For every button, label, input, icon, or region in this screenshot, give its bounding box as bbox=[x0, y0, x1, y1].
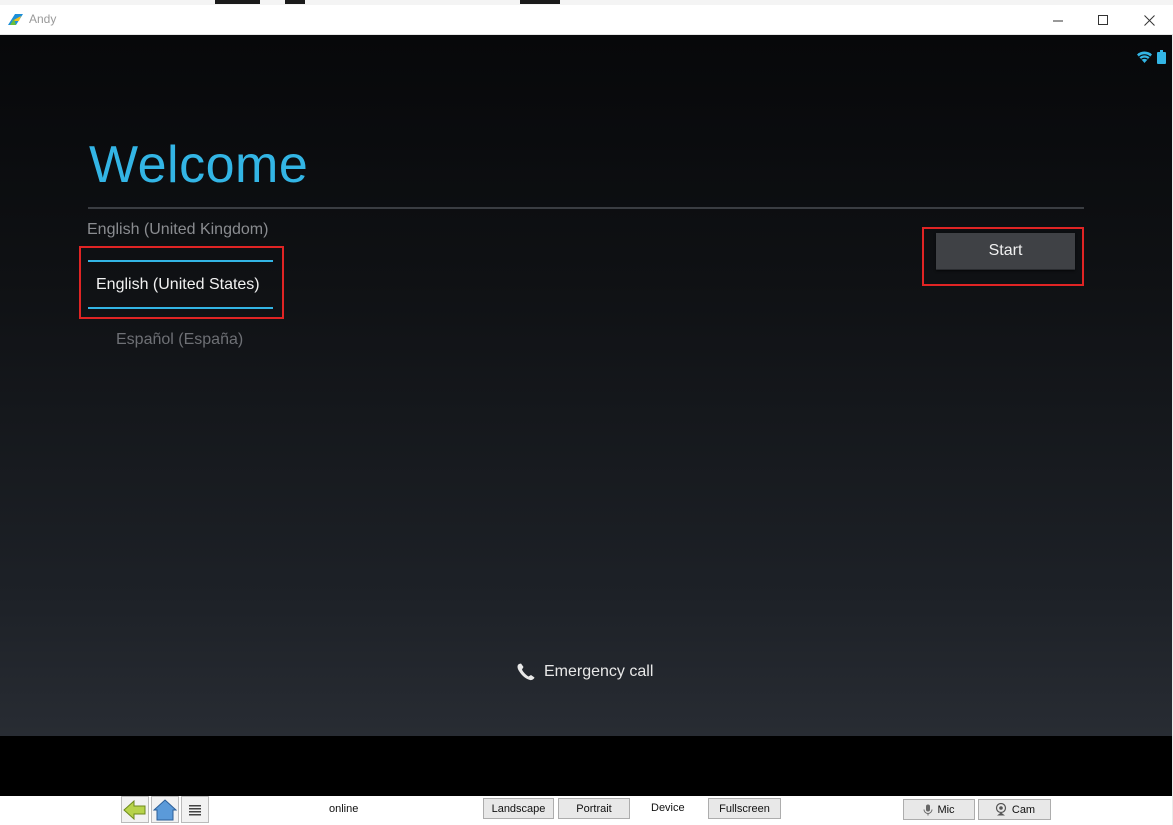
emergency-call-label: Emergency call bbox=[544, 663, 654, 680]
android-screen[interactable]: Welcome English (United Kingdom) English… bbox=[0, 35, 1172, 736]
minimize-button[interactable] bbox=[1035, 5, 1081, 35]
home-button[interactable] bbox=[151, 796, 179, 823]
maximize-button[interactable] bbox=[1080, 5, 1126, 35]
mic-label: Mic bbox=[937, 803, 955, 816]
screen-bottom-padding bbox=[0, 736, 1172, 796]
device-label: Device bbox=[651, 802, 685, 814]
close-button[interactable] bbox=[1126, 5, 1172, 35]
status-bar-icons bbox=[1136, 50, 1166, 64]
cam-button[interactable]: Cam bbox=[978, 799, 1051, 820]
language-option-spanish[interactable]: Español (España) bbox=[116, 331, 243, 349]
minimize-icon bbox=[1052, 20, 1063, 21]
portrait-button[interactable]: Portrait bbox=[558, 798, 630, 819]
maximize-icon bbox=[1097, 14, 1108, 25]
desktop-fragment bbox=[285, 0, 305, 4]
phone-icon bbox=[517, 663, 535, 681]
mic-button[interactable]: Mic bbox=[903, 799, 975, 820]
menu-button[interactable] bbox=[181, 796, 209, 823]
battery-icon bbox=[1157, 50, 1166, 64]
back-button[interactable] bbox=[121, 796, 149, 823]
connection-status: online bbox=[329, 803, 359, 815]
highlight-box-language bbox=[79, 246, 284, 319]
wifi-icon bbox=[1137, 51, 1152, 63]
emergency-call-button[interactable]: Emergency call bbox=[516, 663, 653, 681]
landscape-button[interactable]: Landscape bbox=[483, 798, 554, 819]
language-option-english-uk[interactable]: English (United Kingdom) bbox=[87, 221, 268, 239]
desktop-fragment bbox=[520, 0, 560, 4]
andy-logo-icon bbox=[8, 14, 23, 25]
title-divider bbox=[88, 207, 1084, 209]
microphone-icon bbox=[923, 804, 933, 815]
cam-label: Cam bbox=[1011, 803, 1036, 816]
andy-toolbar: online Landscape Portrait Device Fullscr… bbox=[0, 796, 1172, 825]
back-arrow-icon bbox=[123, 799, 146, 820]
home-icon bbox=[153, 798, 177, 820]
menu-icon bbox=[189, 804, 201, 815]
window-titlebar[interactable]: Andy bbox=[0, 5, 1173, 35]
desktop-fragment bbox=[215, 0, 260, 4]
highlight-box-start bbox=[922, 227, 1084, 286]
webcam-icon bbox=[995, 803, 1006, 816]
fullscreen-button[interactable]: Fullscreen bbox=[708, 798, 781, 819]
welcome-title: Welcome bbox=[89, 136, 309, 194]
close-icon bbox=[1143, 14, 1155, 26]
window-title: Andy bbox=[29, 12, 57, 26]
